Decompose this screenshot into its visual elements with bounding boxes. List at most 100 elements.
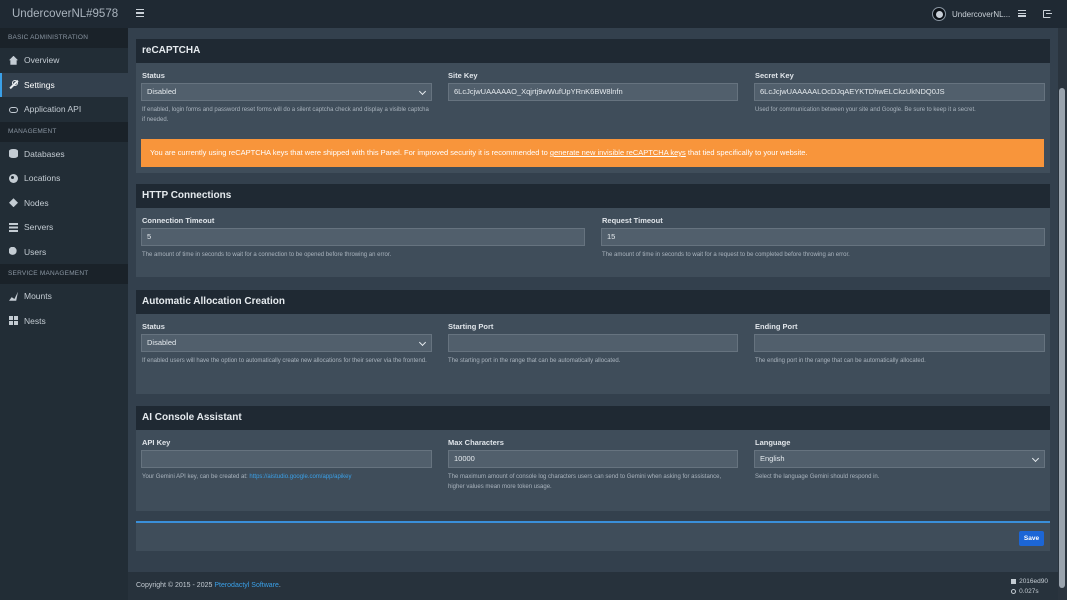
nav-header-management: MANAGEMENT bbox=[0, 121, 128, 142]
sidebar-item-label: Users bbox=[24, 246, 47, 257]
sitemap-icon bbox=[9, 198, 18, 208]
language-help: Select the language Gemini should respon… bbox=[755, 474, 880, 480]
avatar bbox=[932, 7, 946, 21]
sidebar-toggle-icon[interactable] bbox=[136, 9, 144, 18]
recaptcha-title: reCAPTCHA bbox=[136, 39, 1050, 63]
api-key-help: Your Gemini API key, can be created at: … bbox=[142, 472, 432, 482]
aistudio-link[interactable]: https://aistudio.google.com/app/apikey bbox=[249, 474, 351, 480]
main-content: reCAPTCHA Status Disabled If enabled, lo… bbox=[128, 28, 1058, 600]
copyright-suffix: . bbox=[278, 582, 281, 589]
recaptcha-status-help: If enabled, login forms and password res… bbox=[142, 107, 429, 123]
allocation-box: Automatic Allocation Creation Status Dis… bbox=[136, 290, 1050, 394]
generate-keys-link[interactable]: generate new invisible reCAPTCHA keys bbox=[550, 148, 686, 157]
starting-port-label: Starting Port bbox=[448, 322, 494, 331]
pterodactyl-link[interactable]: Pterodactyl Software bbox=[214, 582, 279, 589]
allocation-title: Automatic Allocation Creation bbox=[136, 290, 1050, 314]
secret-key-label: Secret Key bbox=[755, 71, 794, 80]
version-info: 2016ed90 0.027s bbox=[1011, 577, 1048, 597]
allocation-status-help: If enabled users will have the option to… bbox=[142, 358, 427, 364]
max-characters-label: Max Characters bbox=[448, 438, 504, 447]
api-key-input[interactable] bbox=[141, 450, 432, 468]
alert-text-before: You are currently using reCAPTCHA keys t… bbox=[150, 148, 550, 157]
sidebar-item-label: Nodes bbox=[24, 197, 49, 208]
wrench-icon bbox=[9, 80, 18, 89]
alert-text-after: that tied specifically to your website. bbox=[685, 148, 808, 157]
nav-header-basic: BASIC ADMINISTRATION bbox=[0, 28, 128, 48]
link-icon bbox=[9, 106, 18, 113]
sidebar-item-nests[interactable]: Nests bbox=[0, 309, 128, 334]
ending-port-input[interactable] bbox=[754, 334, 1045, 352]
max-characters-help: The maximum amount of console log charac… bbox=[448, 474, 722, 490]
http-connections-box: HTTP Connections Connection Timeout 5 Th… bbox=[136, 184, 1050, 277]
secret-key-input[interactable]: 6LcJcjwUAAAAALOcDJqAEYKTDhwELCkzUkNDQ0JS bbox=[754, 83, 1045, 101]
scrollbar-thumb[interactable] bbox=[1059, 88, 1065, 588]
connection-timeout-help: The amount of time in seconds to wait fo… bbox=[142, 252, 392, 258]
request-timeout-label: Request Timeout bbox=[602, 216, 663, 225]
sidebar-item-overview[interactable]: Overview bbox=[0, 48, 128, 73]
database-icon bbox=[9, 149, 18, 159]
user-menu[interactable]: UndercoverNL... bbox=[932, 6, 1010, 22]
clock-icon bbox=[1011, 588, 1017, 594]
sidebar-item-settings[interactable]: Settings bbox=[0, 72, 128, 97]
connection-timeout-input[interactable]: 5 bbox=[141, 228, 585, 246]
copyright-prefix: Copyright © 2015 - 2025 bbox=[136, 582, 215, 589]
save-footer-box: Save bbox=[136, 521, 1050, 551]
home-icon bbox=[9, 55, 18, 65]
sidebar-item-locations[interactable]: Locations bbox=[0, 166, 128, 191]
site-key-input[interactable]: 6LcJcjwUAAAAAO_Xqjrtj9wWufUpYRnK6BW8lnfn bbox=[448, 83, 738, 101]
recaptcha-status-select[interactable]: Disabled bbox=[141, 83, 432, 101]
th-large-icon bbox=[9, 316, 18, 326]
page-footer: Copyright © 2015 - 2025 Pterodactyl Soft… bbox=[128, 572, 1058, 600]
logout-icon[interactable] bbox=[1043, 10, 1052, 18]
starting-port-help: The starting port in the range that can … bbox=[448, 358, 621, 364]
allocation-status-label: Status bbox=[142, 322, 165, 331]
recaptcha-box: reCAPTCHA Status Disabled If enabled, lo… bbox=[136, 39, 1050, 173]
users-icon bbox=[9, 247, 17, 255]
max-characters-input[interactable]: 10000 bbox=[448, 450, 738, 468]
sidebar-item-label: Servers bbox=[24, 222, 54, 233]
sidebar: BASIC ADMINISTRATION Overview Settings A… bbox=[0, 28, 128, 600]
render-time: 0.027s bbox=[1019, 588, 1039, 595]
sidebar-item-users[interactable]: Users bbox=[0, 240, 128, 265]
connection-timeout-label: Connection Timeout bbox=[142, 216, 215, 225]
magic-icon bbox=[9, 291, 18, 301]
secret-key-help: Used for communication between your site… bbox=[755, 107, 976, 113]
page-scrollbar[interactable] bbox=[1058, 28, 1067, 600]
ending-port-label: Ending Port bbox=[755, 322, 798, 331]
sidebar-item-mounts[interactable]: Mounts bbox=[0, 284, 128, 309]
api-key-label: API Key bbox=[142, 438, 171, 447]
sidebar-item-label: Nests bbox=[24, 315, 46, 326]
ai-console-title: AI Console Assistant bbox=[136, 406, 1050, 430]
sidebar-item-nodes[interactable]: Nodes bbox=[0, 191, 128, 216]
ai-console-box: AI Console Assistant API Key Your Gemini… bbox=[136, 406, 1050, 511]
allocation-status-select[interactable]: Disabled bbox=[141, 334, 432, 352]
globe-icon bbox=[9, 173, 18, 183]
top-navbar: UndercoverNL#9578 UndercoverNL... bbox=[0, 0, 1067, 28]
server-icon bbox=[9, 222, 18, 232]
language-label: Language bbox=[755, 438, 791, 447]
sidebar-item-label: Mounts bbox=[24, 291, 52, 302]
sidebar-item-label: Settings bbox=[24, 79, 55, 90]
save-button[interactable]: Save bbox=[1019, 531, 1044, 546]
nav-header-service: SERVICE MANAGEMENT bbox=[0, 264, 128, 284]
http-connections-title: HTTP Connections bbox=[136, 184, 1050, 208]
sidebar-item-application-api[interactable]: Application API bbox=[0, 97, 128, 122]
code-branch-icon bbox=[1011, 578, 1017, 584]
site-key-label: Site Key bbox=[448, 71, 478, 80]
sidebar-item-databases[interactable]: Databases bbox=[0, 142, 128, 167]
recaptcha-warning-alert: You are currently using reCAPTCHA keys t… bbox=[141, 139, 1044, 167]
sidebar-item-label: Application API bbox=[24, 104, 82, 115]
starting-port-input[interactable] bbox=[448, 334, 738, 352]
sidebar-item-label: Databases bbox=[24, 148, 65, 159]
sidebar-item-servers[interactable]: Servers bbox=[0, 215, 128, 240]
copyright: Copyright © 2015 - 2025 Pterodactyl Soft… bbox=[136, 582, 281, 589]
api-key-help-text: Your Gemini API key, can be created at: bbox=[142, 474, 250, 480]
user-name: UndercoverNL... bbox=[952, 9, 1011, 19]
list-icon[interactable] bbox=[1018, 10, 1026, 17]
brand-logo[interactable]: UndercoverNL#9578 bbox=[0, 0, 128, 28]
sidebar-item-label: Locations bbox=[24, 173, 61, 184]
ending-port-help: The ending port in the range that can be… bbox=[755, 358, 926, 364]
version-text: 2016ed90 bbox=[1019, 578, 1048, 585]
language-select[interactable]: English bbox=[754, 450, 1045, 468]
request-timeout-input[interactable]: 15 bbox=[601, 228, 1045, 246]
